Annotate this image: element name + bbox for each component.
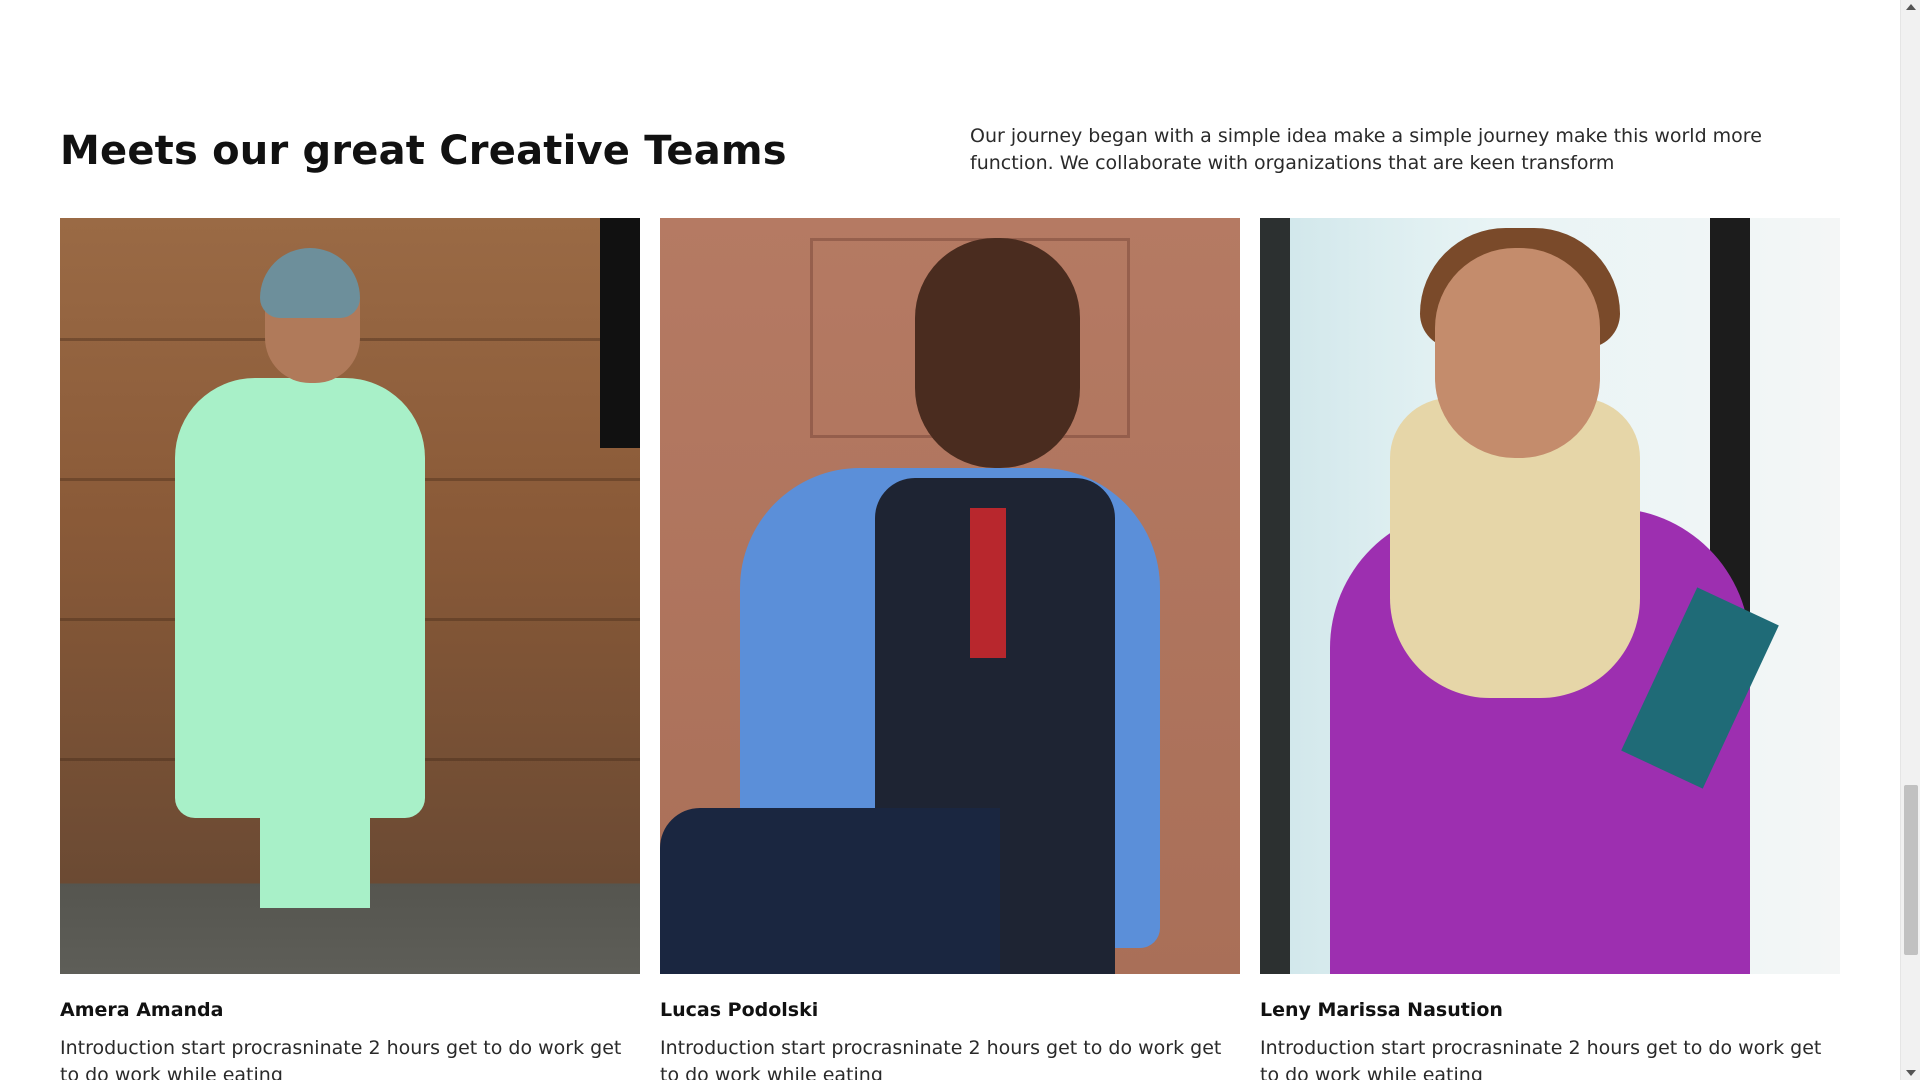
team-member-description: Introduction start procrasninate 2 hours… — [1260, 1037, 1822, 1080]
team-member-name: Leny Marissa Nasution — [1260, 999, 1503, 1021]
team-member-photo — [660, 218, 1240, 974]
section-intro: Our journey began with a simple idea mak… — [970, 125, 1762, 174]
scroll-up-icon[interactable] — [1906, 4, 1916, 10]
team-member-description: Introduction start procrasninate 2 hours… — [660, 1037, 1222, 1080]
section-title: Meets our great Creative Teams — [60, 128, 787, 174]
team-member-photo — [1260, 218, 1840, 974]
scrollbar-thumb[interactable] — [1904, 785, 1918, 955]
team-member-description: Introduction start procrasninate 2 hours… — [60, 1037, 622, 1080]
team-member-photo — [60, 218, 640, 974]
scroll-down-icon[interactable] — [1906, 1070, 1916, 1076]
team-member-name: Lucas Podolski — [660, 999, 819, 1021]
team-card-lucas-podolski[interactable]: Lucas Podolski Introduction start procra… — [660, 218, 1240, 1080]
team-header: Meets our great Creative Teams Our journ… — [60, 120, 1840, 198]
team-card-amera-amanda[interactable]: Amera Amanda Introduction start procrasn… — [60, 218, 640, 1080]
team-member-name: Amera Amanda — [60, 999, 224, 1021]
team-section: Meets our great Creative Teams Our journ… — [60, 120, 1840, 1080]
team-card-leny-marissa-nasution[interactable]: Leny Marissa Nasution Introduction start… — [1260, 218, 1840, 1080]
vertical-scrollbar[interactable] — [1900, 0, 1920, 1080]
team-cards: Amera Amanda Introduction start procrasn… — [60, 218, 1840, 1080]
